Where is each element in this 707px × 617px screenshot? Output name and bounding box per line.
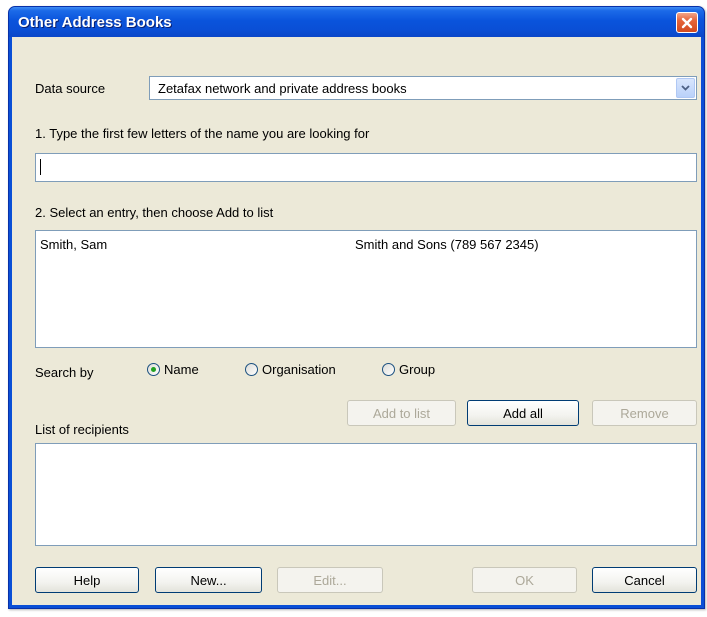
radio-name-button[interactable]	[147, 363, 160, 376]
search-instruction: 1. Type the first few letters of the nam…	[35, 126, 370, 141]
radio-organisation-button[interactable]	[245, 363, 258, 376]
radio-group-option[interactable]: Group	[382, 362, 435, 377]
remove-button[interactable]: Remove	[592, 400, 697, 426]
recipients-label: List of recipients	[35, 422, 129, 437]
entry-name: Smith, Sam	[40, 237, 108, 252]
dropdown-button[interactable]	[676, 78, 695, 98]
window-title: Other Address Books	[18, 14, 172, 31]
add-all-button[interactable]: Add all	[467, 400, 579, 426]
title-bar[interactable]: Other Address Books	[9, 7, 704, 37]
cancel-button[interactable]: Cancel	[592, 567, 697, 593]
text-caret	[40, 159, 41, 175]
close-icon	[681, 17, 693, 28]
list-item[interactable]: Smith, Sam Smith and Sons (789 567 2345)	[40, 237, 680, 253]
address-books-dialog: Other Address Books Data source Zetafax …	[8, 6, 705, 609]
radio-group-label: Group	[399, 362, 436, 377]
select-entry-instruction: 2. Select an entry, then choose Add to l…	[35, 205, 274, 220]
edit-button[interactable]: Edit...	[277, 567, 383, 593]
ok-button[interactable]: OK	[472, 567, 577, 593]
close-button[interactable]	[676, 12, 698, 33]
help-button[interactable]: Help	[35, 567, 139, 593]
radio-name[interactable]: Name	[147, 362, 199, 377]
radio-organisation[interactable]: Organisation	[245, 362, 336, 377]
chevron-down-icon	[681, 85, 690, 91]
data-source-select[interactable]: Zetafax network and private address book…	[149, 76, 697, 100]
add-to-list-button[interactable]: Add to list	[347, 400, 456, 426]
radio-group-button[interactable]	[382, 363, 395, 376]
entry-organisation: Smith and Sons (789 567 2345)	[355, 237, 539, 252]
data-source-value: Zetafax network and private address book…	[158, 81, 407, 96]
radio-name-label: Name	[164, 362, 199, 377]
search-by-label: Search by	[35, 365, 94, 380]
new-button[interactable]: New...	[155, 567, 262, 593]
name-search-input[interactable]	[35, 153, 697, 182]
recipients-list[interactable]	[35, 443, 697, 546]
dialog-body: Data source Zetafax network and private …	[12, 37, 701, 605]
data-source-label: Data source	[35, 81, 106, 96]
radio-organisation-label: Organisation	[262, 362, 336, 377]
entries-list[interactable]: Smith, Sam Smith and Sons (789 567 2345)	[35, 230, 697, 348]
